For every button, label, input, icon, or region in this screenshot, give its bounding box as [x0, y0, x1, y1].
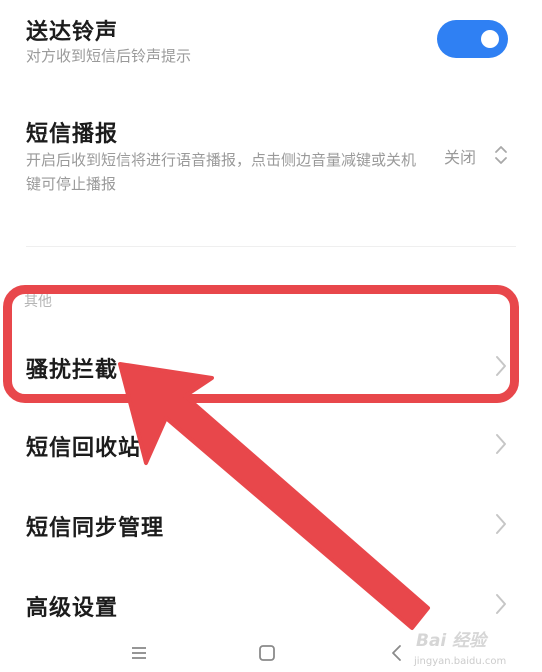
sms-recycle-bin-item[interactable]: 短信回收站 [0, 414, 542, 474]
system-nav-bar [0, 636, 542, 672]
back-icon[interactable] [386, 642, 408, 664]
sms-recycle-bin-label: 短信回收站 [26, 436, 142, 461]
sms-broadcast-title: 短信播报 [26, 122, 119, 147]
section-divider [26, 246, 516, 247]
chevron-right-icon [496, 514, 506, 534]
sms-broadcast-row[interactable]: 短信播报 开启后收到短信将进行语音播报，点击侧边音量减键或关机键可停止播报 关闭 [0, 100, 542, 210]
delivery-ringtone-toggle[interactable] [437, 20, 508, 58]
advanced-settings-label: 高级设置 [26, 596, 119, 621]
sms-broadcast-desc: 开启后收到短信将进行语音播报，点击侧边音量减键或关机键可停止播报 [26, 151, 417, 193]
advanced-settings-item[interactable]: 高级设置 [0, 574, 542, 634]
delivery-ringtone-row[interactable]: 送达铃声 对方收到短信后铃声提示 [0, 0, 542, 80]
chevron-right-icon [496, 434, 506, 454]
menu-icon[interactable] [128, 642, 150, 664]
harassment-block-label: 骚扰拦截 [26, 358, 119, 383]
settings-screen: 送达铃声 对方收到短信后铃声提示 短信播报 开启后收到短信将进行语音播报，点击侧… [0, 0, 542, 672]
updown-icon [495, 146, 507, 164]
delivery-ringtone-desc: 对方收到短信后铃声提示 [26, 47, 192, 65]
chevron-right-icon [496, 594, 506, 614]
sms-broadcast-value: 关闭 [444, 148, 477, 167]
sms-sync-item[interactable]: 短信同步管理 [0, 494, 542, 554]
harassment-block-item[interactable]: 骚扰拦截 [0, 336, 542, 396]
toggle-knob [481, 30, 499, 48]
sms-sync-label: 短信同步管理 [26, 516, 165, 541]
delivery-ringtone-title: 送达铃声 [26, 20, 119, 45]
chevron-right-icon [496, 356, 506, 376]
home-icon[interactable] [256, 642, 278, 664]
section-header-other: 其他 [24, 294, 52, 310]
